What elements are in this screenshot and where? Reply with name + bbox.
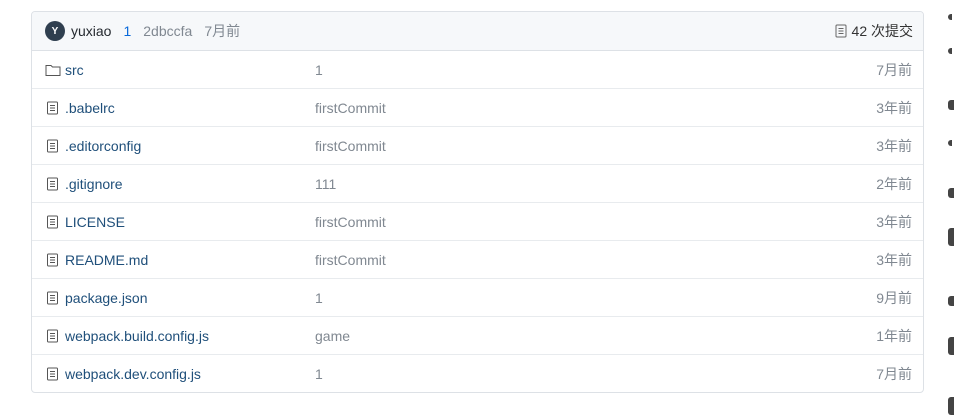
file-commit-message[interactable]: firstCommit xyxy=(315,100,832,116)
file-icon xyxy=(47,367,58,380)
file-commit-time: 2年前 xyxy=(876,175,912,192)
file-icon xyxy=(47,177,58,190)
history-icon xyxy=(835,24,847,38)
file-name-link[interactable]: .babelrc xyxy=(65,100,115,116)
file-icon xyxy=(47,215,58,228)
file-row[interactable]: webpack.dev.config.js 1 7月前 xyxy=(32,354,923,392)
commit-sha[interactable]: 2dbccfa xyxy=(143,23,192,39)
page-edge-fragment xyxy=(948,0,954,415)
file-row[interactable]: .editorconfig firstCommit 3年前 xyxy=(32,126,923,164)
file-row[interactable]: src 1 7月前 xyxy=(32,51,923,88)
commit-time: 7月前 xyxy=(204,23,241,39)
file-commit-time: 3年前 xyxy=(876,213,912,230)
latest-commit-bar: Y yuxiao 1 2dbccfa 7月前 42 次提交 xyxy=(32,12,923,51)
file-name-cell: .gitignore xyxy=(45,176,315,192)
file-name-cell: .editorconfig xyxy=(45,138,315,154)
file-commit-time: 3年前 xyxy=(876,137,912,154)
folder-icon xyxy=(45,64,61,76)
file-row[interactable]: LICENSE firstCommit 3年前 xyxy=(32,202,923,240)
file-icon xyxy=(47,253,58,266)
file-row[interactable]: README.md firstCommit 3年前 xyxy=(32,240,923,278)
commits-count-label: 42 次提交 xyxy=(851,23,913,39)
file-commit-time: 9月前 xyxy=(876,289,912,306)
file-commit-time: 3年前 xyxy=(876,99,912,116)
file-row[interactable]: webpack.build.config.js game 1年前 xyxy=(32,316,923,354)
commits-count-link[interactable]: 42 次提交 xyxy=(835,21,913,41)
repo-file-table: Y yuxiao 1 2dbccfa 7月前 42 次提交 src 1 7月前 .ba… xyxy=(31,11,924,393)
file-name-link[interactable]: webpack.build.config.js xyxy=(65,328,209,344)
file-name-link[interactable]: LICENSE xyxy=(65,214,125,230)
file-commit-message[interactable]: 1 xyxy=(315,62,832,78)
file-icon xyxy=(47,139,58,152)
commit-message[interactable]: 1 xyxy=(123,23,131,39)
file-commit-message[interactable]: firstCommit xyxy=(315,214,832,230)
file-commit-time: 7月前 xyxy=(876,61,912,78)
file-icon xyxy=(47,329,58,342)
author-avatar[interactable]: Y xyxy=(45,21,65,41)
file-name-link[interactable]: src xyxy=(65,62,84,78)
file-commit-time: 7月前 xyxy=(876,365,912,382)
file-name-cell: webpack.dev.config.js xyxy=(45,366,315,382)
file-row[interactable]: package.json 1 9月前 xyxy=(32,278,923,316)
file-row[interactable]: .babelrc firstCommit 3年前 xyxy=(32,88,923,126)
file-name-link[interactable]: README.md xyxy=(65,252,148,268)
commit-author[interactable]: yuxiao xyxy=(71,23,111,39)
file-name-cell: package.json xyxy=(45,290,315,306)
file-name-link[interactable]: webpack.dev.config.js xyxy=(65,366,201,382)
file-name-cell: src xyxy=(45,62,315,78)
file-row[interactable]: .gitignore 111 2年前 xyxy=(32,164,923,202)
file-name-cell: .babelrc xyxy=(45,100,315,116)
file-list: src 1 7月前 .babelrc firstCommit 3年前 .editorconf… xyxy=(32,51,923,392)
file-commit-message[interactable]: game xyxy=(315,328,832,344)
file-name-cell: LICENSE xyxy=(45,214,315,230)
file-commit-message[interactable]: firstCommit xyxy=(315,252,832,268)
file-commit-message[interactable]: 1 xyxy=(315,290,832,306)
file-icon xyxy=(47,291,58,304)
file-name-cell: README.md xyxy=(45,252,315,268)
file-commit-time: 1年前 xyxy=(876,327,912,344)
file-name-link[interactable]: .editorconfig xyxy=(65,138,141,154)
file-commit-message[interactable]: 1 xyxy=(315,366,832,382)
file-name-link[interactable]: package.json xyxy=(65,290,148,306)
file-commit-time: 3年前 xyxy=(876,251,912,268)
file-commit-message[interactable]: 111 xyxy=(315,176,832,192)
file-name-link[interactable]: .gitignore xyxy=(65,176,123,192)
file-commit-message[interactable]: firstCommit xyxy=(315,138,832,154)
file-icon xyxy=(47,101,58,114)
file-name-cell: webpack.build.config.js xyxy=(45,328,315,344)
